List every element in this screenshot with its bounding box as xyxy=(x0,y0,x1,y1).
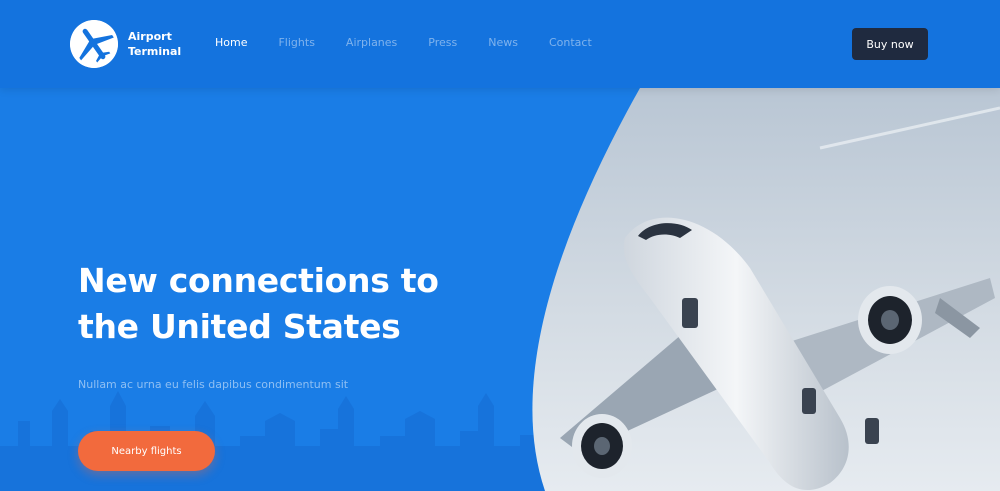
hero-subtitle: Nullam ac urna eu felis dapibus condimen… xyxy=(78,378,349,391)
site-header: Airport Terminal Home Flights Airplanes … xyxy=(0,0,1000,88)
hero-section: New connections to the United States Nul… xyxy=(0,88,1000,491)
main-nav: Home Flights Airplanes Press News Contac… xyxy=(215,36,623,49)
buy-now-button[interactable]: Buy now xyxy=(852,28,928,60)
hero-title-line2: the United States xyxy=(78,307,401,346)
brand-name-line1: Airport xyxy=(128,30,172,43)
brand-logo[interactable]: Airport Terminal xyxy=(70,20,181,68)
nav-item-home[interactable]: Home xyxy=(215,36,247,49)
nav-item-news[interactable]: News xyxy=(488,36,518,49)
airplane-icon xyxy=(70,20,118,68)
nav-item-contact[interactable]: Contact xyxy=(549,36,592,49)
hero-title: New connections to the United States xyxy=(78,258,508,350)
nearby-flights-button[interactable]: Nearby flights xyxy=(78,431,215,471)
nav-item-flights[interactable]: Flights xyxy=(278,36,314,49)
hero-title-line1: New connections to xyxy=(78,261,439,300)
airplane-takeoff-photo xyxy=(532,88,1000,491)
brand-name: Airport Terminal xyxy=(128,29,181,59)
nav-item-press[interactable]: Press xyxy=(428,36,457,49)
nav-item-airplanes[interactable]: Airplanes xyxy=(346,36,397,49)
brand-name-line2: Terminal xyxy=(128,45,182,58)
